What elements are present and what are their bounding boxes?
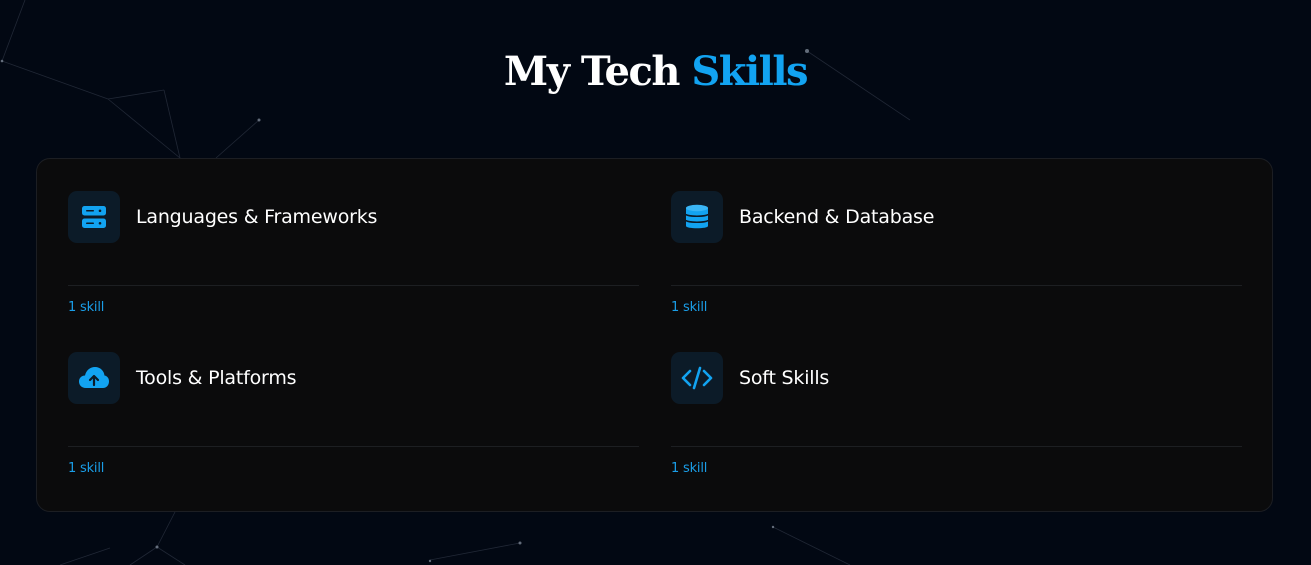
page-title: My Tech Skills	[0, 44, 1311, 100]
title-highlight: Skills	[691, 48, 808, 95]
skill-count: 1 skill	[671, 300, 708, 315]
code-icon	[671, 352, 723, 404]
skill-count: 1 skill	[671, 461, 708, 476]
database-icon	[671, 191, 723, 243]
title-main: My Tech	[503, 48, 692, 95]
skill-count: 1 skill	[68, 461, 105, 476]
server-icon	[68, 191, 120, 243]
divider	[671, 446, 1242, 447]
skill-card-title: Backend & Database	[739, 206, 935, 228]
skill-card-backend-database[interactable]: Backend & Database 1 skill	[671, 191, 1242, 331]
divider	[68, 285, 639, 286]
divider	[671, 285, 1242, 286]
skill-card-soft-skills[interactable]: Soft Skills 1 skill	[671, 352, 1242, 492]
skill-card-tools-platforms[interactable]: Tools & Platforms 1 skill	[68, 352, 639, 492]
skill-card-title: Soft Skills	[739, 367, 830, 389]
cloud-upload-icon	[68, 352, 120, 404]
skill-card-languages-frameworks[interactable]: Languages & Frameworks 1 skill	[68, 191, 639, 331]
skill-card-title: Tools & Platforms	[136, 367, 297, 389]
skills-panel: Languages & Frameworks 1 skill Backend &…	[36, 158, 1273, 512]
skill-count: 1 skill	[68, 300, 105, 315]
divider	[68, 446, 639, 447]
skill-card-title: Languages & Frameworks	[136, 206, 378, 228]
